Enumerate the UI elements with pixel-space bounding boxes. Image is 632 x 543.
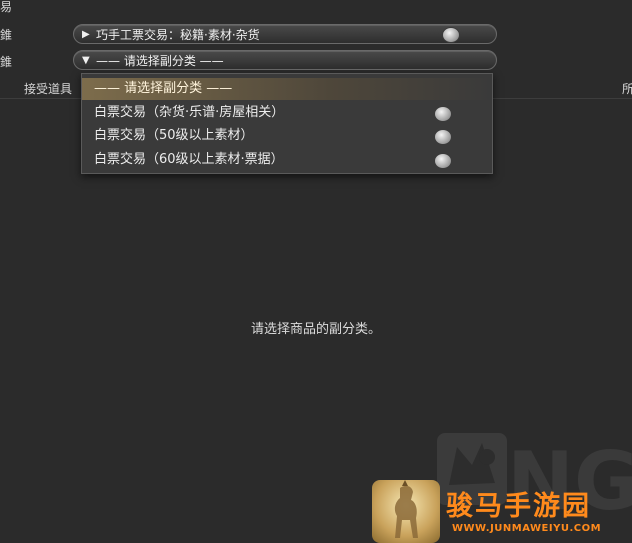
empty-state-message: 请选择商品的副分类。 [250,322,381,337]
dropdown-option-label: 白票交易（杂货·乐谱·房屋相关） [94,105,285,120]
left-edge-label: 錐 [0,55,13,69]
receive-items-label[interactable]: 接受道具 [24,80,72,97]
left-edge-label: 易 [0,0,13,14]
subcategory-selector-label: —— 请选择副分类 —— [96,53,224,68]
dropdown-option[interactable]: 白票交易（50级以上素材） [82,125,492,147]
horse-photo [372,480,440,543]
dropdown-option-label: —— 请选择副分类 —— [94,81,233,96]
scrip-coin-icon [434,129,452,145]
triangle-down-icon: ▼ [82,54,90,66]
triangle-right-icon: ▶ [82,28,90,40]
scrip-coin-icon [442,27,460,43]
ad-title: 骏马手游园 [446,491,591,522]
left-edge-label: 錐 [0,28,13,42]
scrip-coin-icon [434,106,452,122]
site-ad-badge: 骏马手游园 WWW.JUNMAWEIYU.COM [372,480,632,543]
dropdown-option-label: 白票交易（60级以上素材·票据） [94,152,284,167]
dropdown-option[interactable]: 白票交易（杂货·乐谱·房屋相关） [82,102,492,124]
right-edge-label: 所 [622,82,632,96]
subcategory-selector[interactable]: ▼ —— 请选择副分类 —— [73,50,497,70]
category-selector[interactable]: ▶ 巧手工票交易：秘籍·素材·杂货 [73,24,497,44]
category-selector-label: 巧手工票交易：秘籍·素材·杂货 [96,27,260,42]
dropdown-option[interactable]: —— 请选择副分类 —— [82,78,492,100]
dropdown-option-label: 白票交易（50级以上素材） [94,128,254,143]
dropdown-option[interactable]: 白票交易（60级以上素材·票据） [82,149,492,171]
scrip-coin-icon [434,153,452,169]
ad-url: WWW.JUNMAWEIYU.COM [452,523,602,534]
subcategory-dropdown: —— 请选择副分类 —— 白票交易（杂货·乐谱·房屋相关） 白票交易（50级以上… [81,73,493,174]
